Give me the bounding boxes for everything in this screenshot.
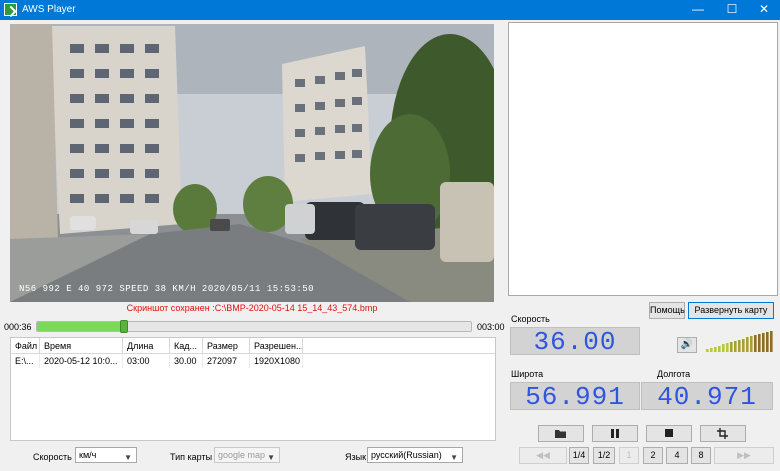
volume-bar <box>758 334 761 352</box>
volume-bar <box>706 349 709 352</box>
seek-slider[interactable] <box>36 320 472 333</box>
pause-icon <box>611 429 619 438</box>
language-select[interactable]: русский(Russian) ▼ <box>367 447 463 463</box>
video-scene <box>10 24 494 302</box>
crop-icon <box>717 428 728 439</box>
column-header[interactable]: Размер <box>203 338 250 354</box>
speed-8x-button[interactable]: 8 <box>691 447 711 464</box>
folder-open-icon <box>555 430 566 438</box>
volume-bar <box>738 340 741 352</box>
volume-bars[interactable] <box>706 330 774 352</box>
seek-progress <box>37 322 124 331</box>
volume-bar <box>754 335 757 352</box>
table-header: Файл Время Длина Кад... Размер Разрешен.… <box>11 338 495 354</box>
close-button[interactable]: ✕ <box>747 0 780 20</box>
column-header[interactable]: Длина <box>123 338 170 354</box>
window-title: AWS Player <box>22 4 76 15</box>
table-cell <box>303 354 495 368</box>
map-type-select[interactable]: google map ▼ <box>214 447 280 463</box>
screenshot-button[interactable] <box>700 425 746 442</box>
speed-units-select[interactable]: км/ч ▼ <box>75 447 137 463</box>
speed-2x-button[interactable]: 2 <box>643 447 663 464</box>
map-panel[interactable] <box>508 22 778 296</box>
volume-bar <box>722 344 725 352</box>
file-table: Файл Время Длина Кад... Размер Разрешен.… <box>10 337 496 441</box>
speed-gauge-label: Скорость <box>511 314 550 324</box>
title-bar: AWS Player — ☐ ✕ <box>0 0 780 20</box>
table-row[interactable]: E:\... 2020-05-12 10:0... 03:00 30.00 27… <box>11 354 495 368</box>
speaker-icon[interactable]: 🔊 <box>677 337 697 353</box>
chevron-down-icon: ▼ <box>267 453 275 462</box>
volume-bar <box>730 342 733 352</box>
volume-bar <box>762 333 765 352</box>
speed-normal-button[interactable]: 1 <box>619 447 639 464</box>
volume-bar <box>770 331 773 352</box>
language-label: Язык <box>345 452 367 462</box>
language-value: русский(Russian) <box>371 450 442 460</box>
speed-units-label: Скорость <box>33 452 72 462</box>
volume-bar <box>718 346 721 352</box>
video-osd-text: N56 992 E 40 972 SPEED 38 KM/H 2020/05/1… <box>19 284 315 294</box>
volume-bar <box>746 337 749 352</box>
column-header[interactable]: Кад... <box>170 338 203 354</box>
table-cell: 03:00 <box>123 354 170 368</box>
speed-quarter-button[interactable]: 1/4 <box>569 447 589 464</box>
volume-bar <box>714 347 717 352</box>
volume-bar <box>710 348 713 352</box>
expand-map-button[interactable]: Развернуть карту <box>688 302 774 319</box>
column-header-empty <box>303 338 495 354</box>
longitude-display: 40.971 <box>641 382 773 411</box>
chevron-down-icon: ▼ <box>450 453 458 462</box>
stop-icon <box>665 429 673 437</box>
pause-button[interactable] <box>592 425 638 442</box>
stop-button[interactable] <box>646 425 692 442</box>
speed-4x-button[interactable]: 4 <box>666 447 688 464</box>
speed-display: 36.00 <box>510 327 640 356</box>
volume-bar <box>750 336 753 352</box>
column-header[interactable]: Разрешен... <box>250 338 303 354</box>
volume-bar <box>726 343 729 352</box>
maximize-button[interactable]: ☐ <box>715 0 749 20</box>
table-cell: 1920X1080 <box>250 354 303 368</box>
fast-forward-button[interactable]: ▶▶ <box>714 447 774 464</box>
column-header[interactable]: Файл <box>11 338 40 354</box>
chevron-down-icon: ▼ <box>124 453 132 462</box>
volume-bar <box>766 332 769 352</box>
speed-half-button[interactable]: 1/2 <box>593 447 615 464</box>
map-type-label: Тип карты <box>170 452 213 462</box>
longitude-label: Долгота <box>657 369 691 379</box>
table-cell: E:\... <box>11 354 40 368</box>
map-type-value: google map <box>218 450 266 460</box>
latitude-display: 56.991 <box>510 382 640 411</box>
seek-handle[interactable] <box>120 320 128 333</box>
total-time: 003:00 <box>477 322 505 332</box>
table-cell: 2020-05-12 10:0... <box>40 354 123 368</box>
speed-units-value: км/ч <box>79 450 97 460</box>
open-folder-button[interactable] <box>538 425 584 442</box>
video-frame[interactable]: N56 992 E 40 972 SPEED 38 KM/H 2020/05/1… <box>10 24 494 302</box>
app-icon <box>4 3 17 16</box>
rewind-button[interactable]: ◀◀ <box>519 447 567 464</box>
current-time: 000:36 <box>4 322 32 332</box>
column-header[interactable]: Время <box>40 338 123 354</box>
latitude-label: Широта <box>511 369 544 379</box>
minimize-button[interactable]: — <box>681 0 715 20</box>
table-cell: 272097 <box>203 354 250 368</box>
help-button[interactable]: Помощь <box>649 302 685 319</box>
screenshot-saved-message: Скриншот сохранен :C:\BMP-2020-05-14 15_… <box>126 303 378 313</box>
volume-bar <box>734 341 737 352</box>
table-cell: 30.00 <box>170 354 203 368</box>
volume-bar <box>742 339 745 352</box>
